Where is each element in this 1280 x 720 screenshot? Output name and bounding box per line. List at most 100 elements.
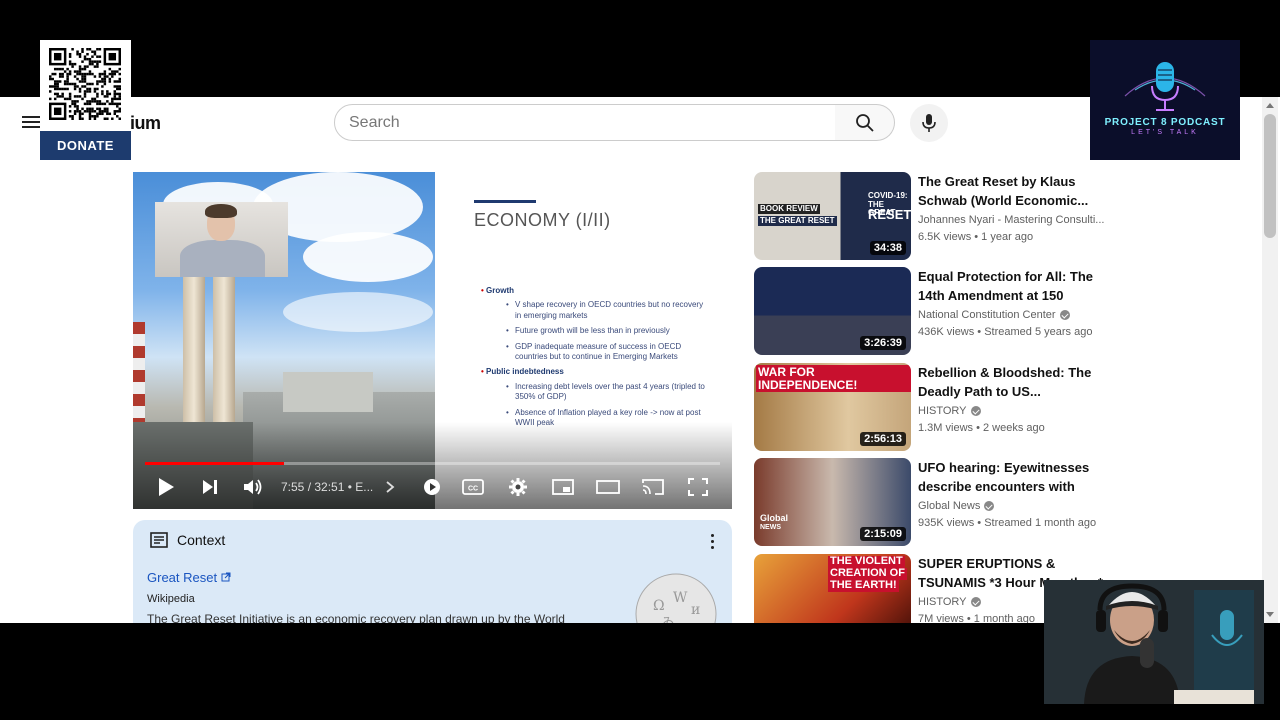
youtube-watch-page: ium Search ECONOMY (I/II) • Growth • V s… bbox=[0, 97, 1280, 623]
video-title[interactable]: The Great Reset by Klaus Schwab (World E… bbox=[918, 172, 1110, 210]
context-description: The Great Reset Initiative is an economi… bbox=[147, 612, 565, 623]
video-duration: 3:26:39 bbox=[860, 336, 906, 350]
channel-name[interactable]: HISTORY bbox=[918, 405, 981, 417]
podcast-microphone-icon bbox=[1124, 62, 1206, 111]
channel-name[interactable]: HISTORY bbox=[918, 596, 981, 608]
thumbnail-text: CREATION OF bbox=[828, 567, 907, 580]
closed-captions-icon: CC bbox=[462, 479, 484, 495]
search-button[interactable] bbox=[835, 104, 895, 141]
link-text: Great Reset bbox=[147, 570, 218, 585]
thumbnail-text: NEWS bbox=[760, 524, 781, 531]
chevron-right-icon bbox=[386, 481, 395, 493]
voice-search-button[interactable] bbox=[910, 104, 948, 142]
cast-button[interactable] bbox=[638, 474, 668, 500]
chapter-chevron-button[interactable] bbox=[375, 474, 405, 500]
context-heading: Context bbox=[177, 532, 226, 548]
svg-text:W: W bbox=[673, 590, 688, 606]
svg-text:и: и bbox=[691, 602, 700, 618]
channel-name-text: Johannes Nyari - Mastering Consulti... bbox=[918, 214, 1105, 226]
podcast-name: PROJECT 8 PODCAST bbox=[1104, 117, 1226, 128]
great-reset-link[interactable]: Great Reset bbox=[147, 570, 231, 585]
video-meta: 7M views • 1 month ago bbox=[918, 613, 1035, 623]
donate-overlay: DONATE bbox=[40, 40, 131, 160]
autoplay-toggle[interactable] bbox=[417, 474, 447, 500]
thumbnail-text: THE EARTH! bbox=[828, 579, 899, 592]
video-thumbnail[interactable]: Global NEWS 2:15:09 bbox=[754, 458, 911, 546]
context-panel: Context Great Reset Wikipedia The Great … bbox=[133, 520, 732, 623]
slide-heading-bullet: Growth bbox=[481, 286, 711, 296]
host-webcam-image bbox=[1044, 580, 1264, 704]
site-logo-text[interactable]: ium bbox=[130, 113, 161, 134]
slide-title-accent bbox=[474, 200, 536, 203]
channel-name-text: HISTORY bbox=[918, 596, 967, 608]
search-input[interactable] bbox=[334, 104, 836, 141]
svg-text:Ω: Ω bbox=[653, 598, 665, 614]
video-thumbnail[interactable]: THE VIOLENT CREATION OF THE EARTH! bbox=[754, 554, 911, 623]
scroll-down-arrow[interactable] bbox=[1266, 612, 1274, 617]
recommended-video[interactable]: WAR FOR INDEPENDENCE! 2:56:13 Rebellion & … bbox=[754, 363, 1114, 451]
volume-button[interactable] bbox=[238, 474, 268, 500]
microphone-icon bbox=[922, 114, 936, 132]
scrollbar-thumb[interactable] bbox=[1264, 114, 1276, 238]
progress-bar-played bbox=[145, 462, 284, 465]
external-link-icon bbox=[221, 572, 231, 582]
host-webcam bbox=[1044, 580, 1264, 704]
more-options-icon[interactable] bbox=[706, 530, 718, 552]
video-thumbnail[interactable]: WAR FOR INDEPENDENCE! 2:56:13 bbox=[754, 363, 911, 451]
thumbnail-text: BOOK REVIEW bbox=[758, 204, 820, 215]
video-player[interactable]: ECONOMY (I/II) Growth V shape recovery in… bbox=[133, 172, 732, 509]
miniplayer-button[interactable] bbox=[548, 474, 578, 500]
video-duration: 34:38 bbox=[869, 241, 906, 255]
video-thumbnail[interactable]: BOOK REVIEW THE GREAT RESET COVID-19: THE G… bbox=[754, 172, 911, 260]
podcast-tagline: LET'S TALK bbox=[1131, 129, 1199, 136]
video-title[interactable]: Equal Protection for All: The 14th Amend… bbox=[918, 267, 1110, 305]
recommended-video[interactable]: Global NEWS 2:15:09 UFO hearing: Eyewitness… bbox=[754, 458, 1114, 546]
thumbnail-text: RESET bbox=[868, 207, 911, 222]
next-button[interactable] bbox=[195, 474, 225, 500]
podcast-logo: PROJECT 8 PODCAST LET'S TALK bbox=[1090, 40, 1240, 160]
thumbnail-text: THE VIOLENT bbox=[828, 555, 905, 568]
slide-sub-bullet: Future growth will be less than in previ… bbox=[506, 326, 711, 337]
cast-icon bbox=[642, 479, 664, 495]
slide-heading-bullet: Public indebtedness bbox=[481, 367, 711, 377]
thumbnail-text: THE GREAT RESET bbox=[758, 216, 837, 227]
skip-next-icon bbox=[203, 480, 217, 494]
settings-button[interactable] bbox=[503, 474, 533, 500]
channel-name[interactable]: Johannes Nyari - Mastering Consulti... bbox=[918, 214, 1104, 226]
theater-mode-button[interactable] bbox=[593, 474, 623, 500]
autoplay-icon bbox=[424, 479, 440, 495]
slide-bullet-list: Growth V shape recovery in OECD countries… bbox=[481, 284, 711, 433]
video-meta: 6.5K views • 1 year ago bbox=[918, 231, 1034, 243]
recommended-video[interactable]: 3:26:39 Equal Protection for All: The 14t… bbox=[754, 267, 1114, 355]
video-meta: 935K views • Streamed 1 month ago bbox=[918, 517, 1097, 529]
time-display: 7:55 / 32:51 • E... bbox=[281, 480, 374, 494]
verified-badge-icon bbox=[1059, 310, 1070, 320]
subtitles-button[interactable]: CC bbox=[458, 474, 488, 500]
volume-icon bbox=[244, 479, 262, 495]
channel-name[interactable]: National Constitution Center bbox=[918, 309, 1070, 321]
search-icon bbox=[855, 113, 874, 132]
slide-title: ECONOMY (I/II) bbox=[474, 210, 611, 230]
svg-text:CC: CC bbox=[468, 486, 478, 493]
channel-name[interactable]: Global News bbox=[918, 500, 995, 512]
video-title[interactable]: Rebellion & Bloodshed: The Deadly Path t… bbox=[918, 363, 1110, 401]
channel-name-text: Global News bbox=[918, 500, 981, 512]
video-thumbnail[interactable]: 3:26:39 bbox=[754, 267, 911, 355]
play-icon bbox=[159, 478, 174, 496]
recommended-video[interactable]: BOOK REVIEW THE GREAT RESET COVID-19: THE G… bbox=[754, 172, 1114, 260]
slide-sub-bullet: GDP inadequate measure of success in OEC… bbox=[506, 342, 711, 363]
theater-mode-icon bbox=[596, 480, 620, 494]
fullscreen-button[interactable] bbox=[683, 474, 713, 500]
video-duration: 2:15:09 bbox=[860, 527, 906, 541]
verified-badge-icon bbox=[984, 501, 995, 511]
channel-name-text: National Constitution Center bbox=[918, 309, 1056, 321]
context-list-icon bbox=[150, 532, 168, 548]
play-button[interactable] bbox=[151, 474, 181, 500]
progress-bar[interactable] bbox=[145, 462, 720, 465]
video-title[interactable]: UFO hearing: Eyewitnesses describe encou… bbox=[918, 458, 1110, 496]
donate-button[interactable]: DONATE bbox=[40, 131, 131, 160]
thumbnail-text: WAR FOR INDEPENDENCE! bbox=[756, 365, 911, 393]
verified-badge-icon bbox=[970, 597, 981, 607]
wikipedia-globe-icon: Ω Wи ゐ bbox=[635, 573, 717, 623]
scroll-up-arrow[interactable] bbox=[1266, 103, 1274, 108]
